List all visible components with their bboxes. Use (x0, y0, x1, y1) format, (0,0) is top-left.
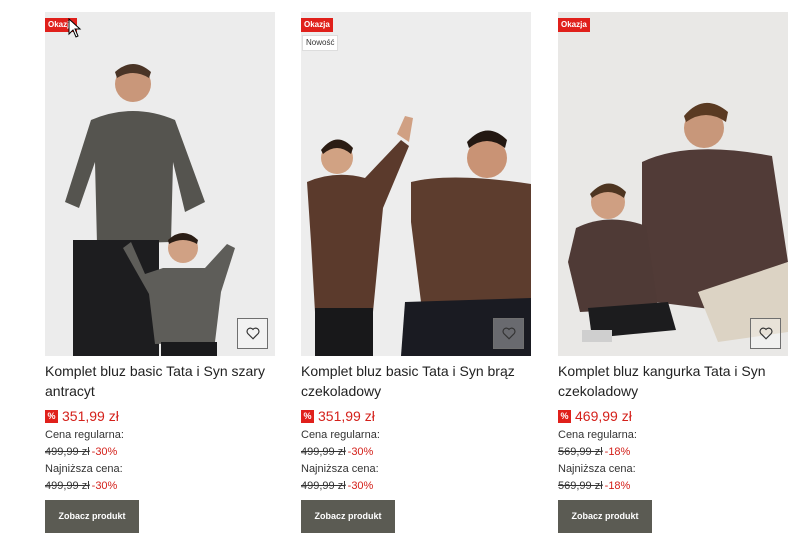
price-row: % 351,99 zł (301, 407, 531, 425)
product-image[interactable]: Okazja (558, 12, 788, 356)
product-title[interactable]: Komplet bluz basic Tata i Syn szary antr… (45, 361, 275, 401)
product-image[interactable]: Okazja Nowość (301, 12, 531, 356)
regular-old-price: 499,99 zł (301, 446, 346, 458)
heart-icon (246, 327, 259, 340)
view-product-button[interactable]: Zobacz produkt (558, 500, 652, 533)
product-card: Okazja Nowość Komplet bluz basic Tata i … (301, 12, 531, 533)
view-product-button[interactable]: Zobacz produkt (301, 500, 395, 533)
regular-discount: -30% (347, 446, 374, 458)
lowest-discount: -18% (604, 480, 631, 492)
lowest-price-label: Najniższa cena: (558, 463, 636, 475)
product-grid: Okazja Komplet bluz basic Tata i Syn sza… (0, 0, 807, 550)
percent-icon: % (301, 409, 314, 423)
heart-icon (759, 327, 772, 340)
regular-price: 499,99 zł -30% (301, 445, 531, 459)
current-price: 351,99 zł (62, 408, 119, 424)
product-title[interactable]: Komplet bluz basic Tata i Syn brąz czeko… (301, 361, 531, 401)
lowest-old-price: 499,99 zł (301, 480, 346, 492)
regular-price: 569,99 zł -18% (558, 445, 788, 459)
wishlist-button[interactable] (493, 318, 524, 349)
product-image[interactable]: Okazja (45, 12, 275, 356)
lowest-price-label: Najniższa cena: (301, 463, 379, 475)
regular-discount: -30% (91, 446, 118, 458)
deal-badge: Okazja (558, 18, 590, 32)
product-photo-grey-set (45, 12, 275, 356)
product-card: Okazja Komplet bluz kangurka Tata i Syn … (558, 12, 788, 533)
regular-price-label: Cena regularna: (45, 429, 124, 441)
lowest-price-label: Najniższa cena: (45, 463, 123, 475)
percent-icon: % (558, 409, 571, 423)
product-photo-brown-set (301, 12, 531, 356)
product-title[interactable]: Komplet bluz kangurka Tata i Syn czekola… (558, 361, 788, 401)
regular-price-label: Cena regularna: (558, 429, 637, 441)
regular-price-label: Cena regularna: (301, 429, 380, 441)
product-card: Okazja Komplet bluz basic Tata i Syn sza… (45, 12, 275, 533)
lowest-price: 499,99 zł -30% (45, 479, 275, 493)
regular-old-price: 499,99 zł (45, 446, 90, 458)
view-product-button[interactable]: Zobacz produkt (45, 500, 139, 533)
deal-badge: Okazja (301, 18, 333, 32)
wishlist-button[interactable] (237, 318, 268, 349)
lowest-old-price: 499,99 zł (45, 480, 90, 492)
current-price: 351,99 zł (318, 408, 375, 424)
heart-icon (502, 327, 515, 340)
regular-price: 499,99 zł -30% (45, 445, 275, 459)
regular-discount: -18% (604, 446, 631, 458)
lowest-price: 499,99 zł -30% (301, 479, 531, 493)
percent-icon: % (45, 409, 58, 423)
mouse-cursor-icon (68, 18, 82, 38)
product-photo-hoodie-set (558, 12, 788, 356)
price-row: % 351,99 zł (45, 407, 275, 425)
price-row: % 469,99 zł (558, 407, 788, 425)
lowest-discount: -30% (347, 480, 374, 492)
new-badge: Nowość (303, 36, 338, 50)
current-price: 469,99 zł (575, 408, 632, 424)
lowest-discount: -30% (91, 480, 118, 492)
wishlist-button[interactable] (750, 318, 781, 349)
regular-old-price: 569,99 zł (558, 446, 603, 458)
lowest-old-price: 569,99 zł (558, 480, 603, 492)
lowest-price: 569,99 zł -18% (558, 479, 788, 493)
